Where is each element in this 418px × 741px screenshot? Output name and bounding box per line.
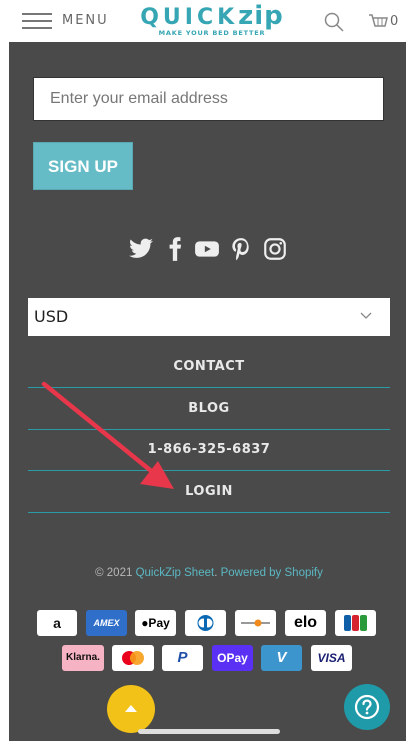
klarna-icon: Klarna. [62, 645, 104, 671]
paypal-icon: P [162, 645, 203, 671]
phone-link[interactable]: 1-866-325-6837 [28, 430, 390, 471]
contact-link[interactable]: CONTACT [28, 347, 390, 388]
discover-icon [235, 610, 276, 636]
sign-up-button[interactable]: SIGN UP [33, 142, 133, 190]
instagram-icon[interactable] [262, 236, 288, 262]
amazon-pay-icon: a [37, 610, 77, 636]
shopify-link[interactable]: Powered by Shopify [221, 567, 323, 579]
mastercard-icon [112, 645, 154, 671]
email-field[interactable]: Enter your email address [33, 77, 384, 121]
chevron-down-icon [360, 312, 372, 319]
home-indicator [138, 729, 280, 734]
scroll-to-top-button[interactable] [107, 685, 155, 733]
elo-icon: elo [285, 610, 326, 636]
brand-link[interactable]: QuickZip Sheet [136, 567, 215, 579]
venmo-icon: V [261, 645, 302, 671]
question-icon [354, 694, 380, 720]
site-header: MENU QUICKzip MAKE YOUR BED BETTER 0 [0, 0, 418, 42]
quickzip-logo[interactable]: QUICKzip MAKE YOUR BED BETTER [132, 3, 292, 40]
currency-select[interactable]: USD [28, 298, 390, 336]
hamburger-menu-icon[interactable] [22, 10, 52, 32]
opay-icon: OPay [212, 645, 253, 671]
apple-pay-icon: ●Pay [135, 610, 176, 636]
login-link[interactable]: LOGIN [28, 472, 390, 513]
arrow-up-icon [125, 705, 137, 712]
help-button[interactable] [344, 684, 390, 730]
search-icon[interactable] [324, 12, 344, 32]
menu-label[interactable]: MENU [62, 13, 109, 28]
copyright: © 2021 QuickZip Sheet. Powered by Shopif… [95, 567, 323, 579]
diners-club-icon [185, 610, 226, 636]
facebook-icon[interactable] [162, 236, 188, 262]
amex-icon: AMEX [86, 610, 127, 636]
pinterest-icon[interactable] [228, 236, 254, 262]
jcb-icon [335, 610, 376, 636]
blog-link[interactable]: BLOG [28, 389, 390, 430]
cart-count[interactable]: 0 [390, 14, 398, 29]
currency-value: USD [34, 307, 69, 326]
twitter-icon[interactable] [128, 236, 154, 262]
visa-icon: VISA [311, 645, 352, 671]
cart-icon[interactable] [368, 12, 388, 32]
youtube-icon[interactable] [194, 236, 220, 262]
